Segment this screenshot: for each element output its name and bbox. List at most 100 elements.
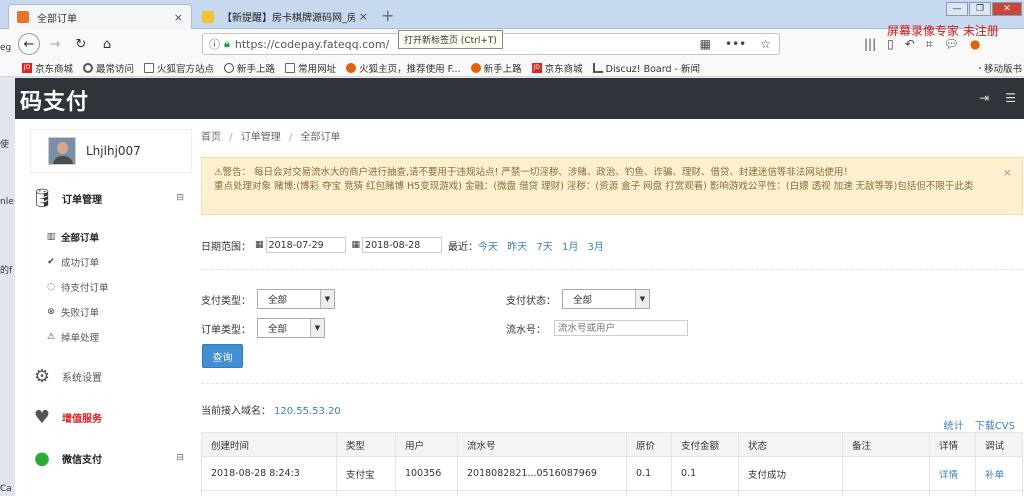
chat-icon[interactable]: 💬︎ [944, 37, 959, 52]
quick-1month[interactable]: 1月 [562, 242, 578, 253]
x-circle-icon: ⊗ [47, 307, 55, 317]
table-row: 2018-08-28 8:24:3 支付宝 100356 2018082821.… [201, 456, 1023, 491]
edge-text: nle [0, 197, 14, 207]
screenshot-icon[interactable]: ⌗ [926, 37, 933, 52]
col-detail: 详情 [929, 432, 976, 457]
order-type-select[interactable]: 全部 ▼ [257, 318, 325, 338]
detail-link[interactable]: 详情 [929, 456, 976, 491]
resubmit-order-link[interactable]: 补单 [975, 456, 1023, 491]
col-original-price: 原价 [626, 432, 672, 457]
minimize-button[interactable]: — [946, 2, 968, 16]
app-header: 码支付 ⇥ ☰ [15, 78, 1024, 119]
edge-text: 的f [0, 266, 13, 276]
sidebar-item-success-orders[interactable]: ✔ 成功订单 [45, 255, 99, 269]
date-to-input[interactable] [362, 237, 443, 253]
quick-7days[interactable]: 7天 [536, 242, 552, 253]
main-content: 首页 / 订单管理 / 全部订单 ⚠警告： 每日会对交易流水大的商户进行抽查,请… [192, 119, 1024, 496]
recorder-watermark: 屏幕录像专家 未注册 [887, 24, 999, 38]
forward-arrow-icon[interactable]: → [44, 33, 66, 55]
sidebar-section-settings[interactable]: ⚙ 系统设置 [30, 365, 192, 387]
sidebar-item-failed-orders[interactable]: ⊗ 失败订单 [45, 305, 99, 319]
lock-icon: 🔒︎ [224, 37, 230, 50]
reload-icon[interactable]: ↻ [70, 33, 92, 55]
breadcrumb-home[interactable]: 首页 [201, 132, 221, 143]
menu-icon[interactable]: ☰ [1005, 91, 1016, 105]
new-tab-plus-icon[interactable]: + [381, 6, 394, 25]
pay-status-filter: 支付状态： 全部 ▼ [506, 289, 650, 309]
bookmark-star-icon[interactable]: ☆ [760, 37, 771, 51]
bookmark-item[interactable]: JD 京东商城 [531, 61, 583, 75]
query-button[interactable]: 查询 [202, 344, 243, 368]
window-close-button[interactable]: ✕ [992, 2, 1022, 16]
back-arrow-icon[interactable]: ← [18, 33, 40, 55]
divider [201, 383, 1023, 384]
info-icon[interactable]: ⓘ [209, 36, 220, 52]
col-type: 类型 [336, 432, 396, 457]
username: Lhjlhj007 [86, 144, 141, 158]
calendar-icon: ▦ [255, 240, 264, 250]
forum-favicon-icon [202, 10, 214, 23]
library-icon[interactable]: ||| [864, 37, 876, 52]
sidebar-section-value-added[interactable]: ♥ 增值服务 [30, 406, 192, 428]
bookmark-item[interactable]: 火狐主页，推荐使用 F... [346, 61, 461, 75]
mobile-bookmarks[interactable]: 移动版书 [978, 61, 1022, 75]
tab-all-orders[interactable]: 全部订单 × [8, 4, 192, 29]
bookmark-item[interactable]: 最常访问 [83, 61, 134, 75]
edge-text: 使 [0, 140, 10, 150]
firefox-icon [470, 62, 481, 73]
gear-icon: ⚙ [33, 365, 51, 387]
collapse-icon[interactable]: ⊟ [176, 453, 184, 463]
firefox-account-icon[interactable]: ● [970, 37, 980, 52]
bookmark-item[interactable]: JD 京东商城 [22, 61, 73, 75]
pay-type-select[interactable]: 全部 ▼ [257, 289, 335, 309]
background-window-edge: 使 eg nle 的f Ca [0, 43, 15, 496]
col-debug: 调试 [975, 432, 1023, 457]
tab-forum[interactable]: 【新提醒】房卡棋牌源码网_房 × [194, 4, 376, 29]
edge-text: Ca [0, 484, 12, 494]
serial-input[interactable] [554, 320, 688, 336]
quick-3months[interactable]: 3月 [588, 242, 604, 253]
bookmark-item[interactable]: 新手上路 [470, 61, 522, 75]
access-domain: 当前接入域名： 120.55.53.20 [201, 406, 341, 417]
sidebar-section-orders[interactable]: 🛢︎ 订单管理 ⊟ [30, 187, 192, 209]
breadcrumb-orders[interactable]: 订单管理 [241, 132, 281, 143]
wechat-icon: ● [34, 447, 50, 469]
close-icon[interactable]: × [1003, 166, 1012, 180]
quick-today[interactable]: 今天 [478, 242, 498, 253]
rss-icon [592, 62, 603, 73]
collapse-icon[interactable]: ⊟ [176, 193, 184, 203]
check-circle-icon: ✔ [47, 257, 55, 267]
stats-link[interactable]: 统计 [944, 421, 964, 432]
sidebar-item-dropped-orders[interactable]: ⚠ 掉单处理 [45, 330, 99, 344]
bookmark-item[interactable]: 火狐官方站点 [144, 61, 214, 75]
date-from-input[interactable] [265, 237, 346, 253]
user-profile[interactable]: Lhjlhj007 [30, 129, 192, 173]
close-tab-icon[interactable]: × [359, 10, 368, 23]
qr-code-icon[interactable]: ▦ [700, 37, 711, 51]
page-actions-icon[interactable]: ••• [725, 37, 746, 51]
sidebar-item-pending-orders[interactable]: ◌ 待支付订单 [45, 280, 108, 294]
home-icon[interactable]: ⌂ [96, 33, 118, 55]
sidebar-icon[interactable]: ▯ [887, 37, 894, 52]
order-type-filter: 订单类型： 全部 ▼ [201, 318, 325, 338]
pay-type-filter: 支付类型： 全部 ▼ [201, 289, 335, 309]
undo-icon[interactable]: ↶ [905, 37, 915, 52]
download-csv-link[interactable]: 下载CVS [975, 421, 1015, 432]
pay-status-select[interactable]: 全部 ▼ [562, 289, 650, 309]
close-tab-icon[interactable]: × [174, 11, 183, 24]
maximize-button[interactable]: ❐ [969, 2, 991, 16]
sidebar: Lhjlhj007 🛢︎ 订单管理 ⊟ ▥ 全部订单 ✔ 成功订单 ◌ 待支付订单 ⊗… [15, 119, 192, 496]
app-logo[interactable]: 码支付 [20, 84, 89, 116]
bookmark-item[interactable]: 新手上路 [224, 61, 275, 75]
sidebar-section-wechat[interactable]: ● 微信支付 ⊟ [30, 447, 192, 469]
quick-yesterday[interactable]: 昨天 [507, 242, 527, 253]
table-header-row: 创建时间 类型 用户 流水号 原价 支付金额 状态 备注 详情 调试 [201, 432, 1023, 457]
sidebar-item-all-orders[interactable]: ▥ 全部订单 [45, 230, 99, 244]
bookmark-item[interactable]: 常用网址 [285, 61, 336, 75]
logout-icon[interactable]: ⇥ [979, 91, 989, 105]
bookmark-item[interactable]: Discuz! Board - 新闻 [592, 61, 700, 75]
database-icon: 🛢︎ [30, 187, 54, 209]
col-created-time: 创建时间 [201, 432, 337, 457]
url-text: https://codepay.fateqq.com/ [234, 37, 390, 51]
divider [201, 269, 1023, 270]
